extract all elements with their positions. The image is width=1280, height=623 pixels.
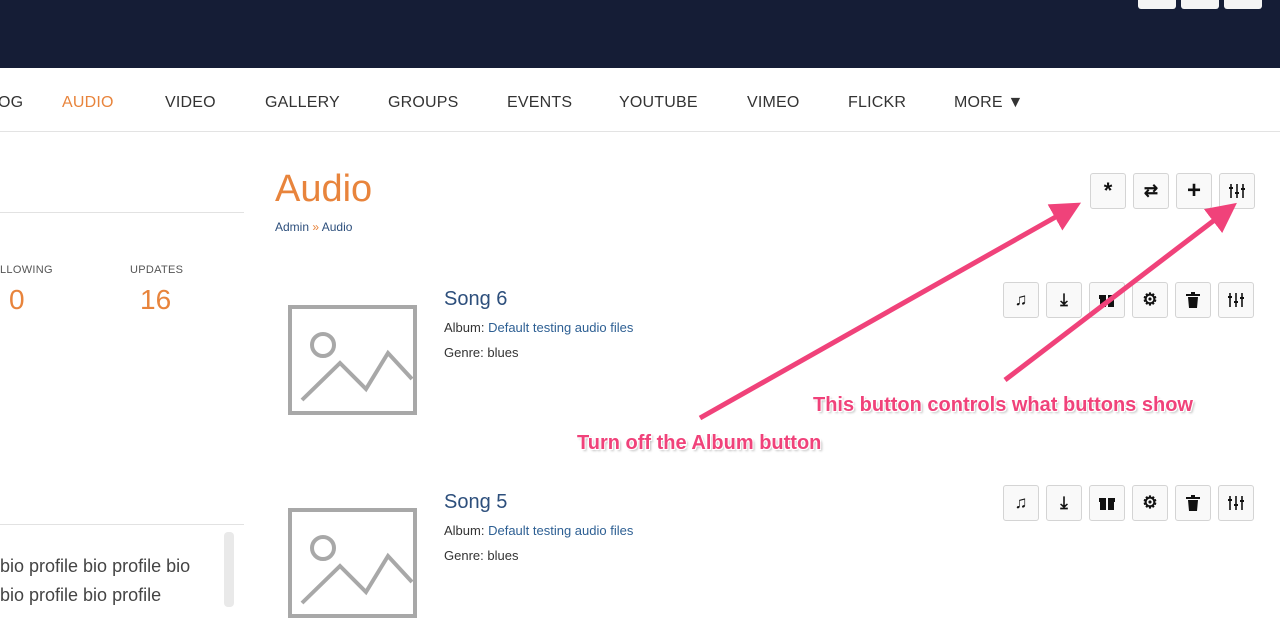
- album-button[interactable]: [1089, 282, 1125, 318]
- refresh-icon: ⇄: [1143, 181, 1159, 200]
- breadcrumb-separator: »: [312, 220, 320, 234]
- image-placeholder-icon: [288, 305, 417, 415]
- album-button[interactable]: [1089, 485, 1125, 521]
- nav-item-blog[interactable]: OG: [0, 94, 23, 112]
- gift-icon: [1099, 292, 1115, 308]
- bio-text-line: bio profile bio profile: [0, 585, 162, 605]
- nav-item-events[interactable]: EVENTS: [507, 94, 572, 112]
- settings-sliders-button[interactable]: [1219, 173, 1255, 209]
- delete-button[interactable]: [1175, 282, 1211, 318]
- song-genre: Genre: blues: [444, 548, 518, 563]
- sliders-icon: [1227, 496, 1245, 510]
- stat-label-following: LLOWING: [0, 264, 53, 276]
- genre-label: Genre:: [444, 345, 484, 360]
- stat-value-following[interactable]: 0: [9, 284, 25, 316]
- plus-icon: +: [1186, 177, 1201, 204]
- top-header-bar: [0, 0, 1280, 68]
- download-button[interactable]: ⤓: [1046, 282, 1082, 318]
- nav-item-youtube[interactable]: YOUTUBE: [619, 94, 698, 112]
- bio-scrollbar[interactable]: [224, 532, 234, 607]
- download-button[interactable]: ⤓: [1046, 485, 1082, 521]
- image-placeholder-icon: [288, 508, 417, 618]
- genre-value: blues: [487, 345, 519, 360]
- header-button[interactable]: [1224, 0, 1262, 9]
- nav-item-flickr[interactable]: FLICKR: [848, 94, 906, 112]
- bio-text-line: bio profile bio profile bio: [0, 556, 191, 576]
- gear-icon: ⚙: [1142, 493, 1158, 512]
- trash-icon: [1186, 495, 1200, 511]
- play-button[interactable]: ♫: [1003, 282, 1039, 318]
- nav-item-video[interactable]: VIDEO: [165, 94, 216, 112]
- button-visibility-button[interactable]: [1218, 485, 1254, 521]
- settings-button[interactable]: ⚙: [1132, 485, 1168, 521]
- genre-label: Genre:: [444, 548, 484, 563]
- breadcrumb-current: Audio: [321, 220, 353, 234]
- nav-item-groups[interactable]: GROUPS: [388, 94, 459, 112]
- nav-item-more[interactable]: MORE ▼: [954, 94, 1023, 112]
- music-icon: ♫: [1014, 493, 1028, 512]
- add-audio-button[interactable]: +: [1176, 173, 1212, 209]
- gift-icon: [1099, 495, 1115, 511]
- header-button[interactable]: [1138, 0, 1176, 9]
- settings-button[interactable]: ⚙: [1132, 282, 1168, 318]
- album-label: Album:: [444, 320, 485, 335]
- button-visibility-button[interactable]: [1218, 282, 1254, 318]
- music-icon: ♫: [1014, 290, 1028, 309]
- trash-icon: [1186, 292, 1200, 308]
- album-label: Album:: [444, 523, 485, 538]
- album-link[interactable]: Default testing audio files: [488, 320, 633, 335]
- featured-button[interactable]: *: [1090, 173, 1126, 209]
- profile-divider: [0, 212, 244, 213]
- play-button[interactable]: ♫: [1003, 485, 1039, 521]
- download-icon: ⤓: [1060, 290, 1068, 309]
- annotation-controls-note: This button controls what buttons show: [813, 394, 1193, 416]
- nav-item-gallery[interactable]: GALLERY: [265, 94, 340, 112]
- stat-label-updates: UPDATES: [130, 264, 184, 276]
- genre-value: blues: [487, 548, 519, 563]
- song-album: Album: Default testing audio files: [444, 523, 633, 538]
- asterisk-icon: *: [1103, 178, 1113, 203]
- download-icon: ⤓: [1060, 493, 1068, 512]
- song-title[interactable]: Song 6: [444, 288, 507, 311]
- main-nav: OG AUDIO VIDEO GALLERY GROUPS EVENTS YOU…: [0, 68, 1280, 132]
- song-thumbnail[interactable]: [288, 305, 418, 415]
- stat-value-updates[interactable]: 16: [140, 284, 171, 316]
- header-button[interactable]: [1181, 0, 1219, 9]
- gear-icon: ⚙: [1142, 290, 1158, 309]
- song-title[interactable]: Song 5: [444, 491, 507, 514]
- bio-divider: [0, 524, 244, 525]
- nav-item-vimeo[interactable]: VIMEO: [747, 94, 800, 112]
- sliders-icon: [1227, 293, 1245, 307]
- sliders-icon: [1228, 184, 1246, 198]
- breadcrumb: Admin » Audio: [275, 220, 352, 234]
- nav-item-audio[interactable]: AUDIO: [62, 94, 114, 112]
- refresh-button[interactable]: ⇄: [1133, 173, 1169, 209]
- song-genre: Genre: blues: [444, 345, 518, 360]
- album-link[interactable]: Default testing audio files: [488, 523, 633, 538]
- page-title: Audio: [275, 168, 373, 210]
- song-thumbnail[interactable]: [288, 508, 418, 618]
- annotation-album-note: Turn off the Album button: [577, 432, 822, 454]
- delete-button[interactable]: [1175, 485, 1211, 521]
- breadcrumb-root-link[interactable]: Admin: [275, 220, 309, 234]
- song-album: Album: Default testing audio files: [444, 320, 633, 335]
